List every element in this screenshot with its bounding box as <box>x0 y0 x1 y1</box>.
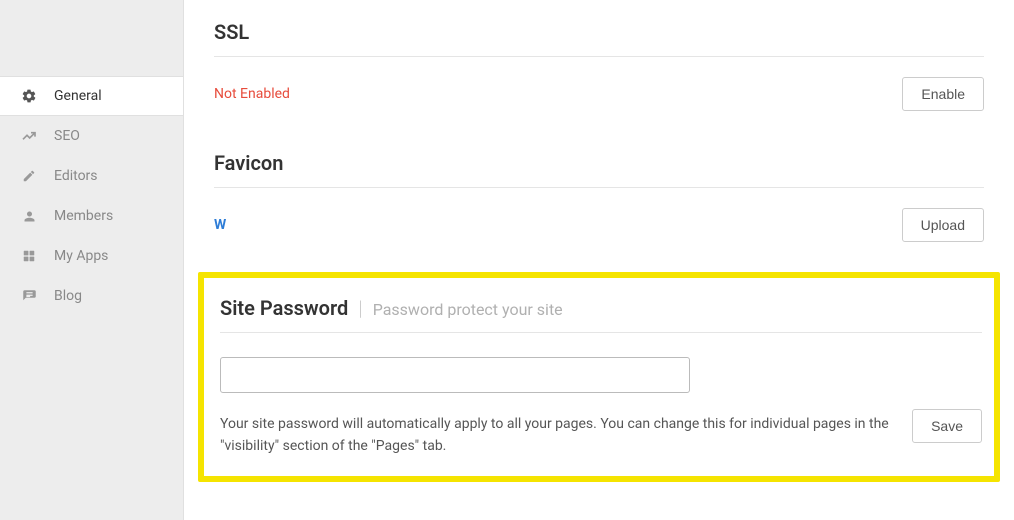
pencil-icon <box>20 167 38 185</box>
favicon-section: Favicon W Upload <box>214 151 984 242</box>
site-password-title: Site Password <box>220 296 348 320</box>
ssl-section: SSL Not Enabled Enable <box>214 20 984 111</box>
sidebar-item-members[interactable]: Members <box>0 196 183 236</box>
sidebar-item-label: Members <box>54 208 113 224</box>
divider: | <box>358 296 362 320</box>
sidebar-item-seo[interactable]: SEO <box>0 116 183 156</box>
site-password-subtitle: Password protect your site <box>373 300 563 319</box>
sidebar-item-label: General <box>54 88 102 104</box>
sidebar-item-label: My Apps <box>54 248 108 264</box>
trending-up-icon <box>20 127 38 145</box>
site-password-help: Your site password will automatically ap… <box>220 413 900 458</box>
settings-sidebar: General SEO Editors Members My Apps Blog <box>0 0 184 520</box>
upload-favicon-button[interactable]: Upload <box>902 208 984 242</box>
ssl-status: Not Enabled <box>214 86 290 102</box>
gear-icon <box>20 87 38 105</box>
sidebar-item-label: Blog <box>54 288 82 304</box>
person-icon <box>20 207 38 225</box>
sidebar-item-editors[interactable]: Editors <box>0 156 183 196</box>
sidebar-item-blog[interactable]: Blog <box>0 276 183 316</box>
favicon-preview-icon: W <box>214 217 226 233</box>
sidebar-item-label: Editors <box>54 168 98 184</box>
site-password-heading: Site Password | Password protect your si… <box>220 296 982 333</box>
site-password-highlight: Site Password | Password protect your si… <box>198 272 1000 482</box>
sidebar-item-general[interactable]: General <box>0 76 183 116</box>
sidebar-item-my-apps[interactable]: My Apps <box>0 236 183 276</box>
save-password-button[interactable]: Save <box>912 409 982 443</box>
site-password-input[interactable] <box>220 357 690 393</box>
apps-icon <box>20 247 38 265</box>
ssl-heading: SSL <box>214 20 984 57</box>
chat-icon <box>20 287 38 305</box>
main-content: SSL Not Enabled Enable Favicon W Upload … <box>184 0 1014 520</box>
enable-ssl-button[interactable]: Enable <box>902 77 984 111</box>
sidebar-item-label: SEO <box>54 128 80 144</box>
favicon-heading: Favicon <box>214 151 984 188</box>
